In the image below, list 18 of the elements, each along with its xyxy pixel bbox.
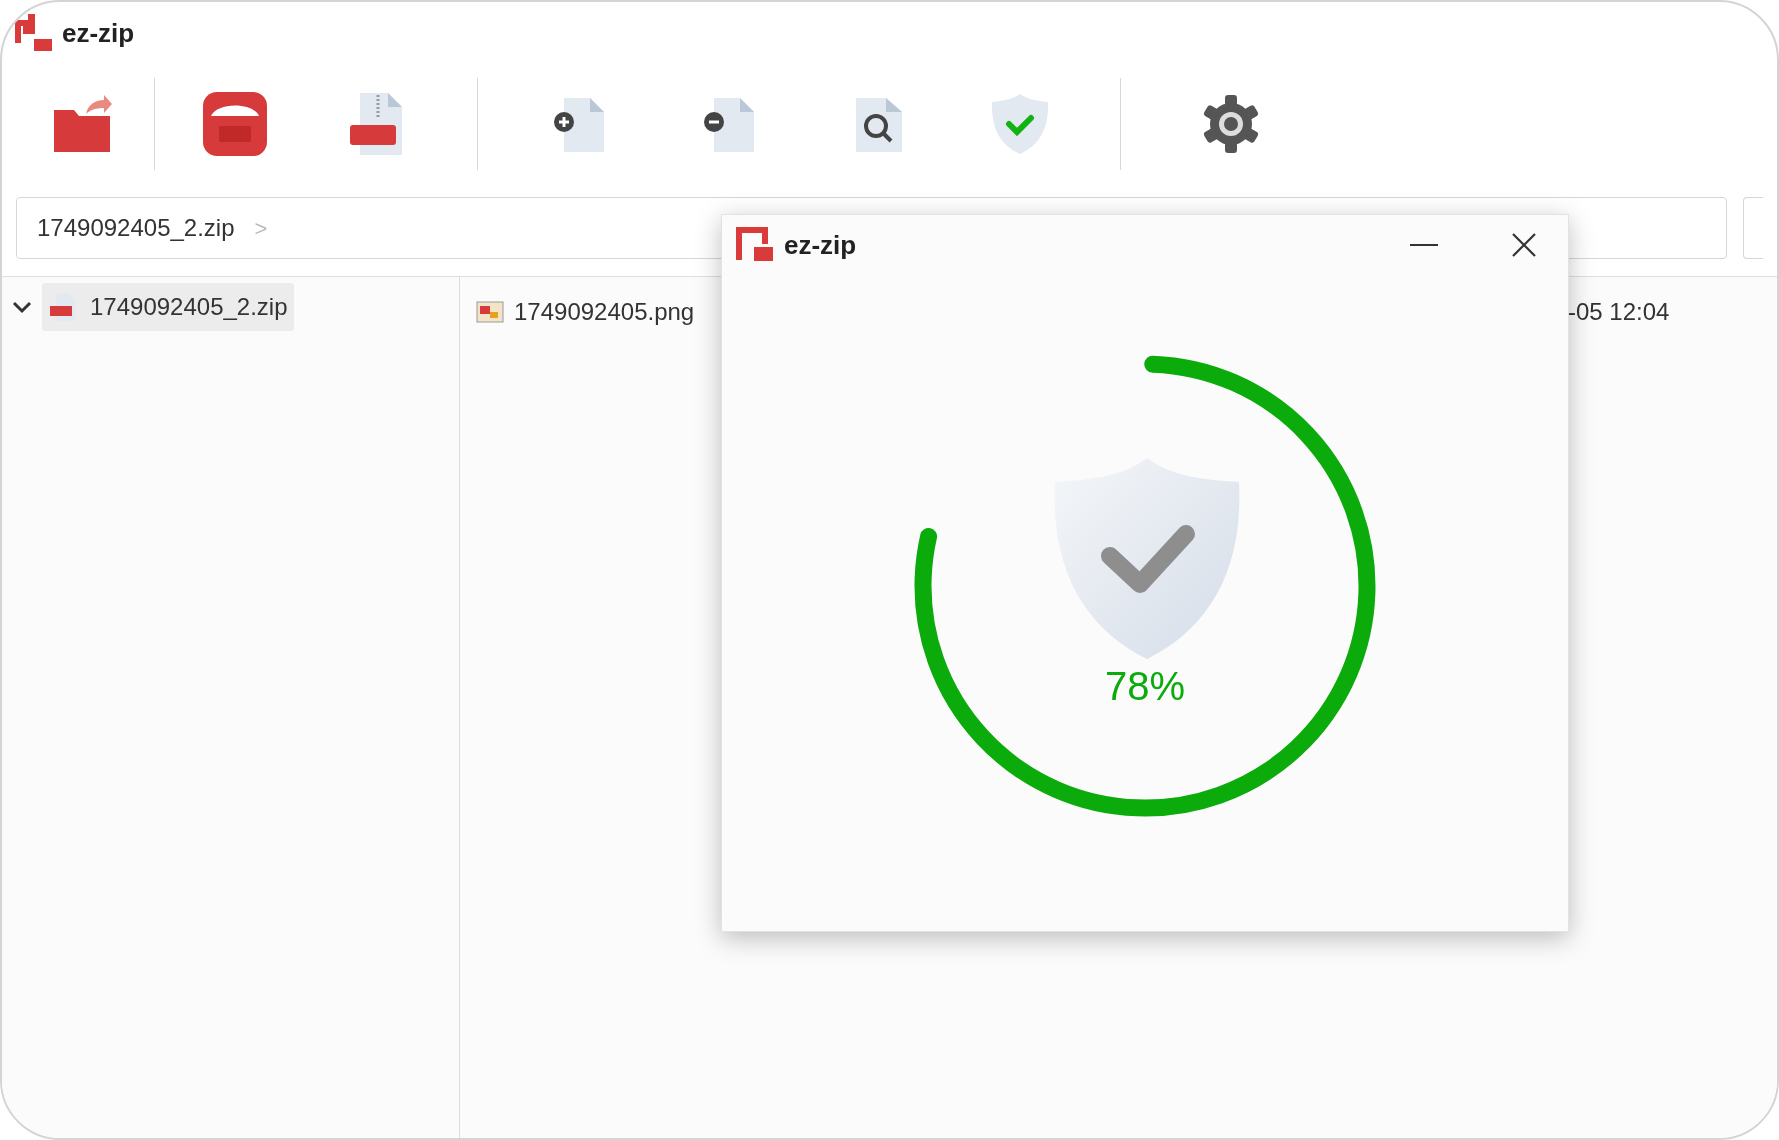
file-date: -05 12:04 <box>1568 297 1670 327</box>
app-logo-icon <box>14 13 54 53</box>
path-separator: > <box>254 214 268 243</box>
dialog-title: ez-zip <box>784 228 857 262</box>
minimize-icon <box>1410 243 1438 247</box>
close-icon <box>1511 232 1537 258</box>
image-file-icon <box>476 301 504 323</box>
file-row[interactable]: 1749092405.png -05 12:04 <box>476 297 1777 327</box>
window-title: ez-zip <box>62 16 135 50</box>
tree-item[interactable]: 1749092405_2.zip <box>42 283 294 331</box>
path-segment[interactable]: 1749092405_2.zip <box>37 210 235 246</box>
archive-icon[interactable] <box>201 90 269 158</box>
shield-check-icon[interactable] <box>989 92 1051 156</box>
app-logo-icon <box>736 227 774 263</box>
zipped-file-icon <box>48 292 78 322</box>
progress-percentage: 78% <box>1103 663 1187 710</box>
file-name: 1749092405.png <box>514 297 696 327</box>
chevron-icon[interactable] <box>12 300 32 314</box>
